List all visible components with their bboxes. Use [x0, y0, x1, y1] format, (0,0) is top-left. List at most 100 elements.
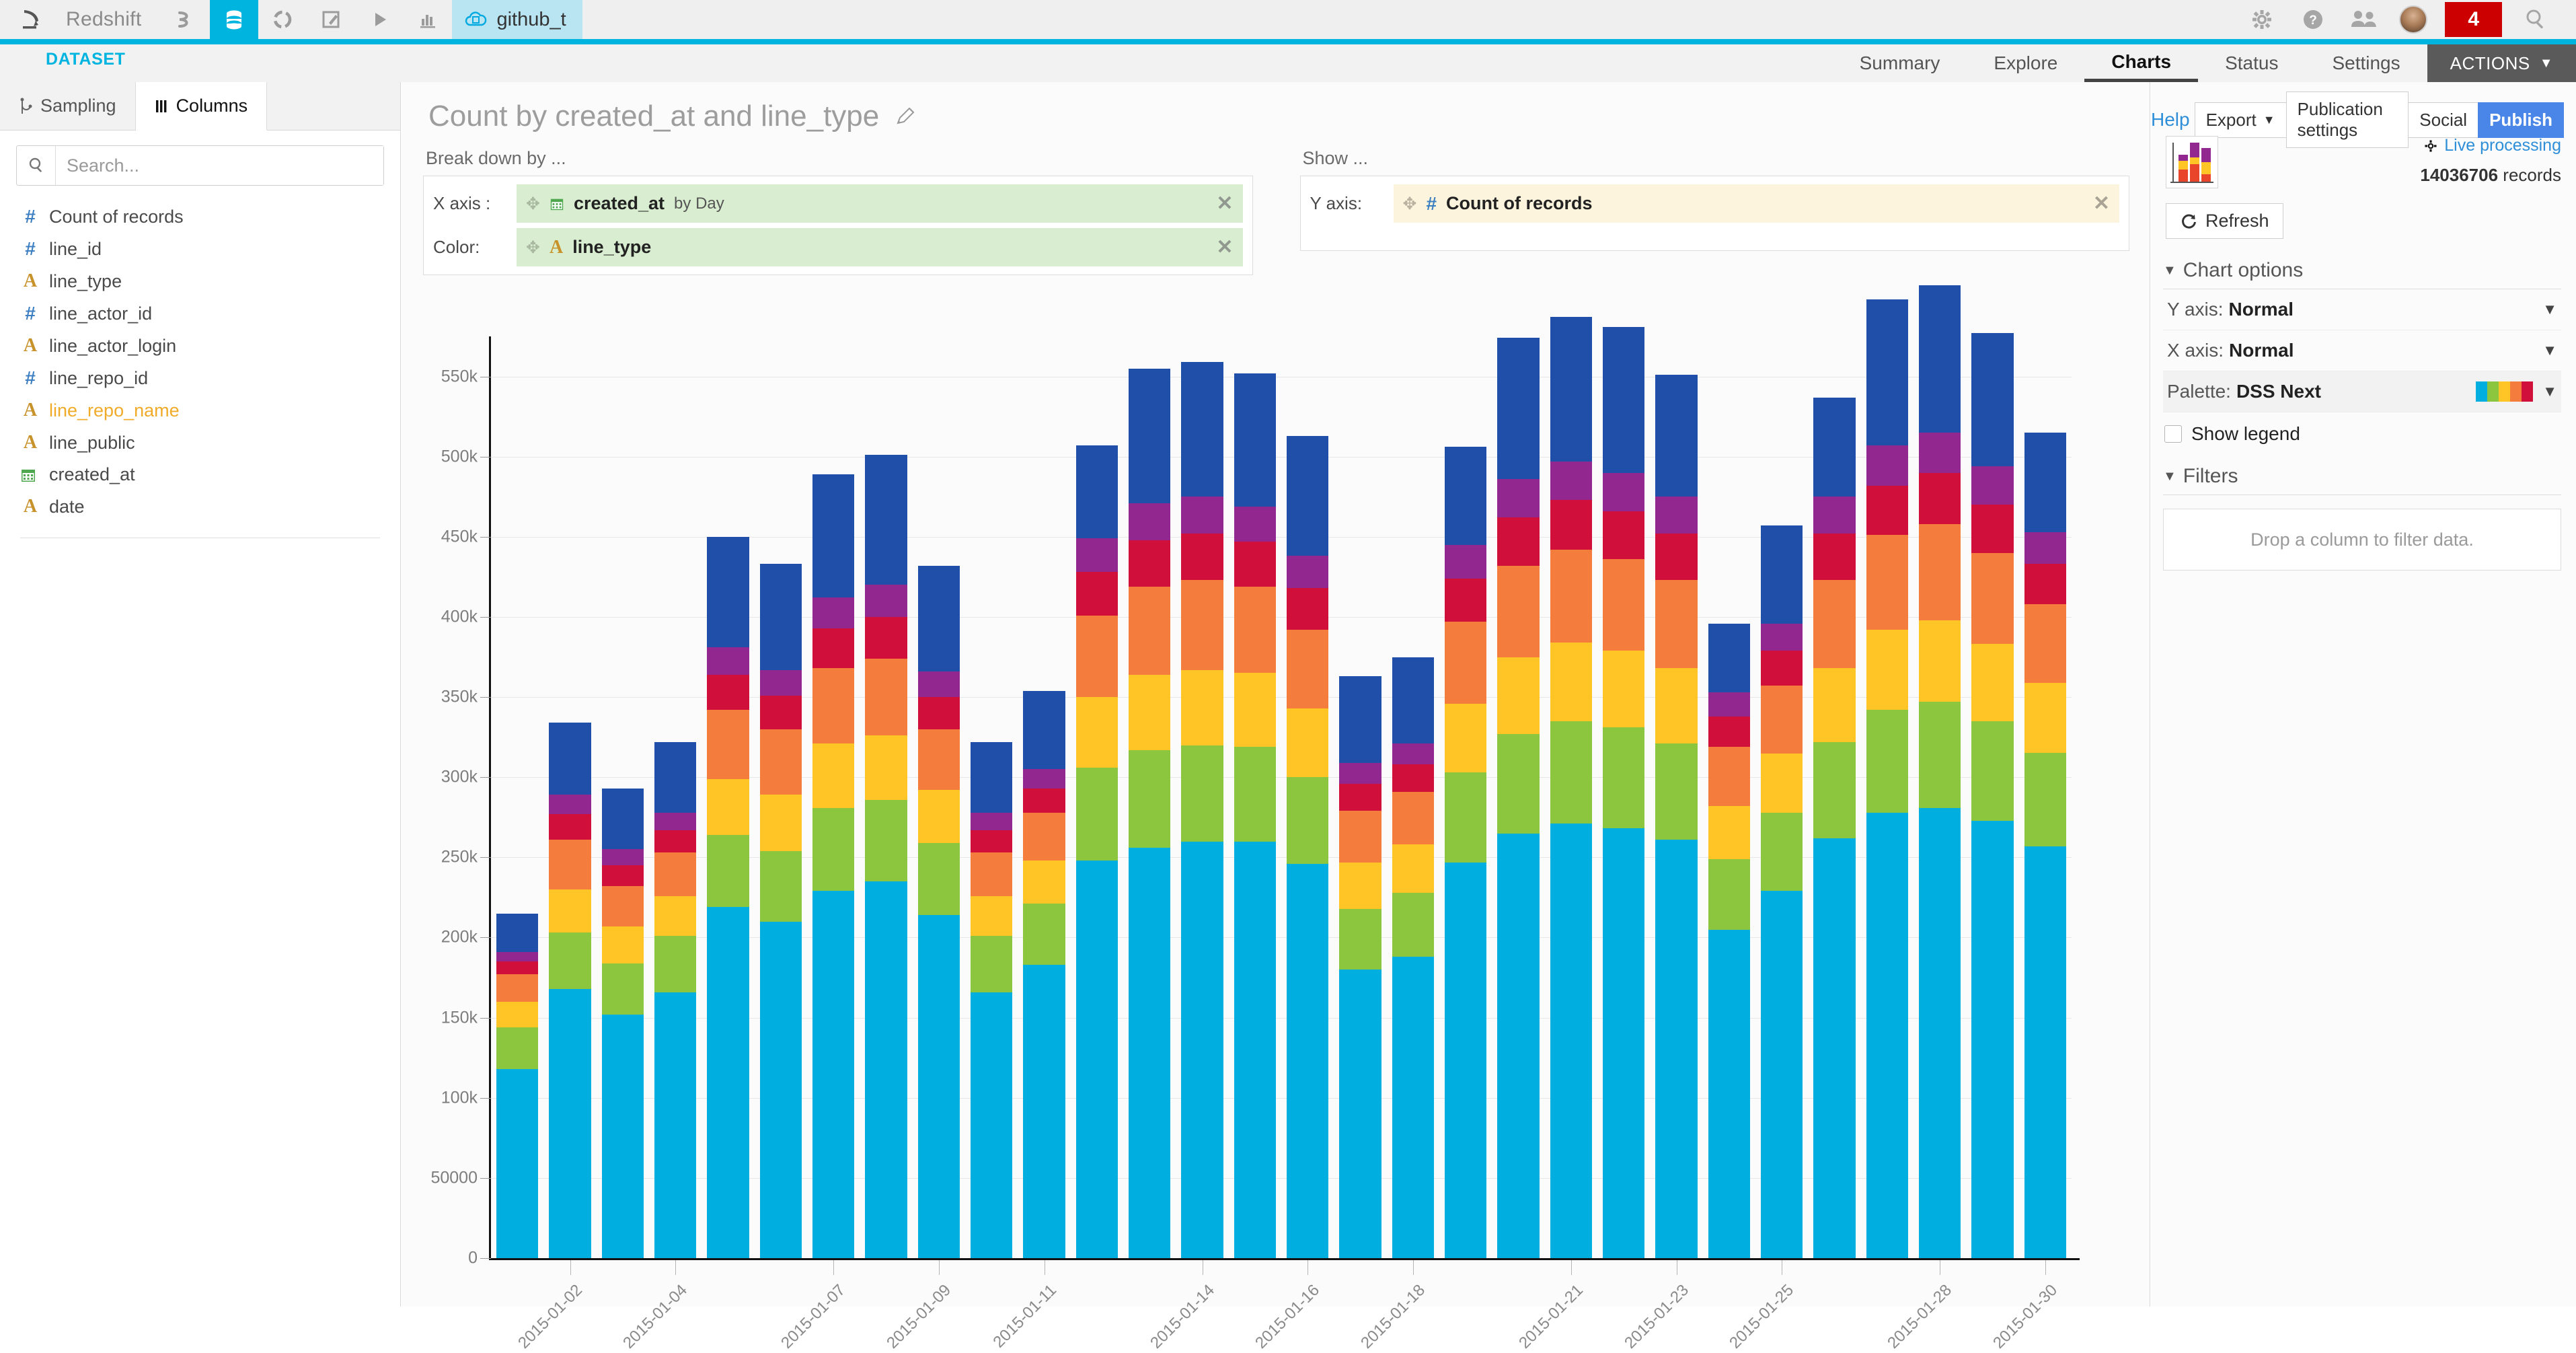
bar-segment[interactable]: [1760, 891, 1803, 1258]
bar-segment[interactable]: [1708, 746, 1751, 807]
bar-segment[interactable]: [1234, 506, 1277, 542]
bar[interactable]: [917, 565, 960, 1258]
bar-segment[interactable]: [1866, 445, 1909, 486]
bar-segment[interactable]: [549, 795, 591, 815]
bar-segment[interactable]: [1813, 534, 1856, 581]
bar-segment[interactable]: [812, 668, 855, 744]
bar-segment[interactable]: [1234, 586, 1277, 673]
bar-segment[interactable]: [1918, 472, 1961, 524]
bar-segment[interactable]: [1550, 643, 1593, 721]
bar-segment[interactable]: [1392, 791, 1435, 845]
tab-settings[interactable]: Settings: [2305, 44, 2427, 82]
bar-segment[interactable]: [917, 565, 960, 672]
bar-segment[interactable]: [1971, 820, 2014, 1258]
bar-segment[interactable]: [1602, 559, 1645, 651]
bar-segment[interactable]: [496, 951, 539, 962]
bar-segment[interactable]: [1339, 762, 1381, 784]
bar-segment[interactable]: [1444, 447, 1487, 545]
tab-charts[interactable]: Charts: [2084, 44, 2199, 82]
bar-segment[interactable]: [1813, 838, 1856, 1258]
search-icon[interactable]: [2510, 0, 2561, 39]
dataset-tab[interactable]: github_t: [452, 0, 582, 39]
bar-segment[interactable]: [707, 647, 749, 675]
bar-segment[interactable]: [1866, 812, 1909, 1258]
bar-segment[interactable]: [1286, 708, 1329, 778]
bar-segment[interactable]: [812, 891, 855, 1258]
bar-segment[interactable]: [496, 1068, 539, 1258]
bar-segment[interactable]: [1181, 580, 1223, 670]
bar-segment[interactable]: [917, 729, 960, 791]
bar-segment[interactable]: [970, 812, 1013, 830]
bar[interactable]: [1392, 657, 1435, 1258]
bar[interactable]: [812, 474, 855, 1258]
bar-segment[interactable]: [1286, 777, 1329, 864]
bar-segment[interactable]: [1023, 904, 1065, 965]
bar-segment[interactable]: [865, 617, 907, 659]
bar-segment[interactable]: [1655, 668, 1698, 744]
bar-segment[interactable]: [970, 936, 1013, 992]
bar-segment[interactable]: [707, 778, 749, 836]
bar-segment[interactable]: [707, 536, 749, 648]
bar-segment[interactable]: [1866, 710, 1909, 813]
column-item-date[interactable]: A date: [0, 490, 400, 523]
bar-segment[interactable]: [1497, 338, 1540, 480]
bar-segment[interactable]: [1392, 657, 1435, 744]
column-item-line-id[interactable]: # line_id: [0, 233, 400, 265]
bar-segment[interactable]: [1655, 375, 1698, 497]
bar-segment[interactable]: [1234, 746, 1277, 842]
bar-segment[interactable]: [601, 865, 644, 887]
drag-handle-icon[interactable]: ✥: [526, 194, 540, 214]
search-box[interactable]: [16, 145, 384, 186]
bar-segment[interactable]: [1286, 863, 1329, 1258]
database-icon[interactable]: [210, 0, 259, 39]
notification-badge[interactable]: 4: [2445, 2, 2502, 37]
bar-segment[interactable]: [1971, 644, 2014, 721]
close-icon[interactable]: ✕: [1216, 235, 1233, 259]
bar-segment[interactable]: [707, 835, 749, 908]
bar-segment[interactable]: [1339, 862, 1381, 909]
close-icon[interactable]: ✕: [2093, 192, 2110, 215]
bar-segment[interactable]: [1128, 674, 1171, 750]
bar[interactable]: [1971, 333, 2014, 1258]
actions-button[interactable]: ACTIONS ▼: [2427, 44, 2576, 82]
app-logo-icon[interactable]: [0, 0, 62, 39]
bar-segment[interactable]: [759, 695, 802, 729]
bar-segment[interactable]: [1813, 397, 1856, 497]
bar[interactable]: [1181, 362, 1223, 1258]
bar-segment[interactable]: [865, 735, 907, 800]
option-y-axis[interactable]: Y axis: Normal ▼: [2163, 289, 2561, 330]
bar[interactable]: [1128, 368, 1171, 1258]
bar-segment[interactable]: [1286, 435, 1329, 556]
bar-segment[interactable]: [1708, 623, 1751, 692]
bar-segment[interactable]: [812, 474, 855, 598]
bar-segment[interactable]: [1286, 630, 1329, 708]
bar-segment[interactable]: [1023, 690, 1065, 770]
bar-segment[interactable]: [1234, 373, 1277, 507]
bar-segment[interactable]: [1655, 743, 1698, 840]
bar-segment[interactable]: [1392, 844, 1435, 893]
bar[interactable]: [1023, 690, 1065, 1258]
bar-segment[interactable]: [1918, 523, 1961, 620]
show-legend-row[interactable]: Show legend: [2164, 423, 2561, 445]
bar-segment[interactable]: [865, 585, 907, 617]
bar-segment[interactable]: [759, 921, 802, 1258]
tab-explore[interactable]: Explore: [1967, 44, 2084, 82]
bar-segment[interactable]: [1708, 806, 1751, 859]
flow-icon[interactable]: [161, 0, 210, 39]
bar-segment[interactable]: [601, 849, 644, 866]
bar-segment[interactable]: [1392, 957, 1435, 1258]
bar-segment[interactable]: [1918, 807, 1961, 1258]
bar-segment[interactable]: [601, 963, 644, 1015]
bar-segment[interactable]: [1602, 828, 1645, 1258]
bar[interactable]: [549, 723, 591, 1258]
bar-segment[interactable]: [1497, 657, 1540, 734]
sidebar-tab-columns[interactable]: Columns: [135, 82, 268, 131]
filters-header[interactable]: ▼ Filters: [2163, 465, 2561, 495]
bar-segment[interactable]: [707, 907, 749, 1258]
bar-segment[interactable]: [601, 788, 644, 850]
bar-segment[interactable]: [496, 1027, 539, 1069]
bar-segment[interactable]: [1708, 929, 1751, 1258]
tab-status[interactable]: Status: [2198, 44, 2305, 82]
bar-segment[interactable]: [1602, 727, 1645, 829]
bar-segment[interactable]: [1181, 534, 1223, 581]
